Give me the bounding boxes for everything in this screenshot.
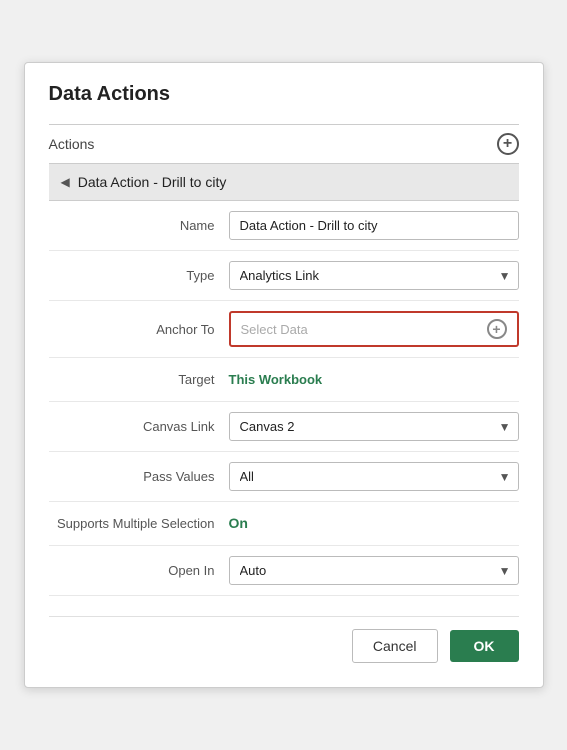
actions-label: Actions <box>49 136 95 152</box>
ok-button[interactable]: OK <box>450 630 519 662</box>
supports-multiple-value-wrapper: On <box>229 515 519 533</box>
open-in-label: Open In <box>49 563 229 578</box>
pass-values-label: Pass Values <box>49 469 229 484</box>
dialog-footer: Cancel OK <box>49 616 519 663</box>
canvas-link-label: Canvas Link <box>49 419 229 434</box>
actions-section-header: Actions + <box>49 124 519 164</box>
pass-values-select-wrapper: All Selected None ▼ <box>229 462 519 491</box>
pass-values-select[interactable]: All Selected None <box>229 462 519 491</box>
action-item-row[interactable]: ◀ Data Action - Drill to city <box>49 164 519 201</box>
dialog-title: Data Actions <box>49 83 519 106</box>
supports-multiple-row: Supports Multiple Selection On <box>49 502 519 546</box>
type-row: Type Analytics Link URL ▼ <box>49 251 519 301</box>
anchor-add-icon[interactable]: + <box>487 319 507 339</box>
supports-multiple-toggle[interactable]: On <box>229 515 248 531</box>
supports-multiple-label: Supports Multiple Selection <box>49 516 229 531</box>
expand-triangle-icon: ◀ <box>61 175 70 189</box>
cancel-button[interactable]: Cancel <box>352 629 438 663</box>
anchor-to-row: Anchor To Select Data + <box>49 301 519 358</box>
anchor-to-placeholder: Select Data <box>241 322 308 337</box>
type-label: Type <box>49 268 229 283</box>
type-select-wrapper: Analytics Link URL ▼ <box>229 261 519 290</box>
name-label: Name <box>49 218 229 233</box>
name-row: Name <box>49 201 519 251</box>
action-item-label: Data Action - Drill to city <box>78 174 227 190</box>
add-action-button[interactable]: + <box>497 133 519 155</box>
target-value-wrapper: This Workbook <box>229 371 519 389</box>
canvas-link-select-wrapper: Canvas 2 Canvas 1 Canvas 3 ▼ <box>229 412 519 441</box>
target-row: Target This Workbook <box>49 358 519 402</box>
canvas-link-row: Canvas Link Canvas 2 Canvas 1 Canvas 3 ▼ <box>49 402 519 452</box>
pass-values-row: Pass Values All Selected None ▼ <box>49 452 519 502</box>
target-label: Target <box>49 372 229 387</box>
anchor-to-label: Anchor To <box>49 322 229 337</box>
target-link[interactable]: This Workbook <box>229 372 323 387</box>
type-select[interactable]: Analytics Link URL <box>229 261 519 290</box>
data-actions-dialog: Data Actions Actions + ◀ Data Action - D… <box>24 62 544 688</box>
open-in-select[interactable]: Auto New Tab Current Tab <box>229 556 519 585</box>
name-input[interactable] <box>229 211 519 240</box>
name-field-wrapper <box>229 211 519 240</box>
open-in-row: Open In Auto New Tab Current Tab ▼ <box>49 546 519 596</box>
anchor-to-field-wrapper: Select Data + <box>229 311 519 347</box>
canvas-link-select[interactable]: Canvas 2 Canvas 1 Canvas 3 <box>229 412 519 441</box>
open-in-select-wrapper: Auto New Tab Current Tab ▼ <box>229 556 519 585</box>
anchor-to-box[interactable]: Select Data + <box>229 311 519 347</box>
